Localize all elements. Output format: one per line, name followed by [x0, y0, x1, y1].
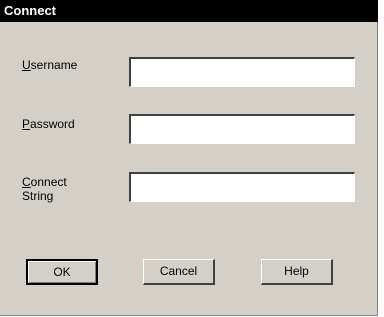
password-input[interactable] [129, 114, 355, 144]
password-label: Password [22, 117, 75, 131]
ok-button[interactable]: OK [26, 259, 98, 285]
password-label-text: assword [30, 117, 75, 131]
password-label-mnemonic: P [22, 117, 31, 131]
username-label-text: sername [30, 58, 78, 72]
connect-string-label-text: onnect [30, 175, 67, 189]
help-button[interactable]: Help [261, 259, 333, 285]
connect-string-label: Connect String [22, 175, 67, 203]
username-input[interactable] [129, 57, 355, 87]
connect-string-input[interactable] [129, 172, 355, 202]
username-label-mnemonic: U [22, 58, 31, 72]
cancel-button[interactable]: Cancel [143, 259, 215, 285]
connect-string-label-mnemonic: C [22, 175, 31, 189]
connect-dialog: Connect Username Password Connect String … [0, 0, 378, 316]
username-label: Username [22, 58, 77, 72]
connect-string-label-line2: String [22, 189, 54, 203]
window-title: Connect [4, 3, 56, 18]
title-bar[interactable]: Connect [0, 0, 378, 22]
